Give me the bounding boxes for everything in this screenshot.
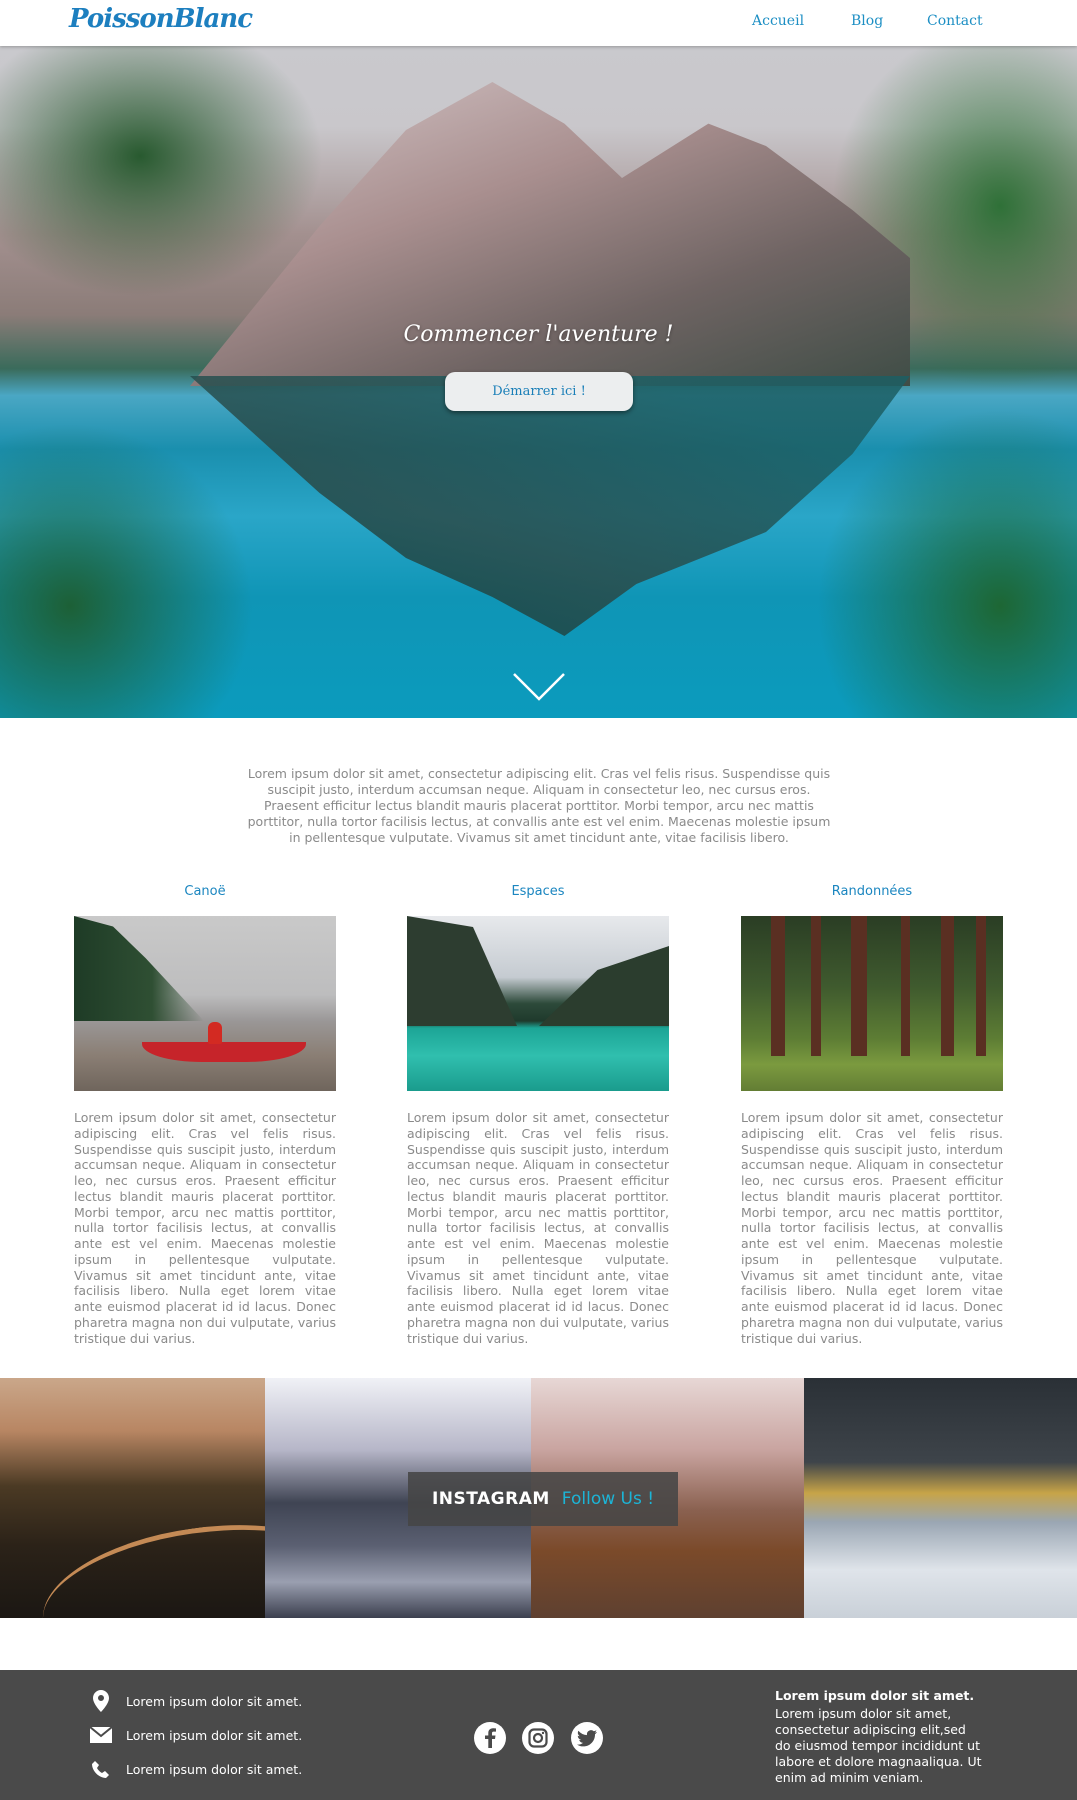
chevron-down-icon[interactable] (512, 672, 566, 702)
location-pin-icon (88, 1690, 114, 1712)
feature-column-canoe: Canoë Lorem ipsum dolor sit amet, consec… (74, 884, 336, 1346)
feature-text: Lorem ipsum dolor sit amet, consectetur … (74, 1110, 336, 1346)
footer-email: Lorem ipsum dolor sit amet. (88, 1724, 302, 1746)
footer-about-title: Lorem ipsum dolor sit amet. (775, 1688, 975, 1703)
instagram-gallery: INSTAGRAM Follow Us ! (0, 1378, 1077, 1618)
site-header: PoissonBlanc Accueil Blog Contact (0, 0, 1077, 46)
feature-text: Lorem ipsum dolor sit amet, consectetur … (407, 1110, 669, 1346)
feature-title: Randonnées (831, 884, 913, 899)
site-footer: Lorem ipsum dolor sit amet. Lorem ipsum … (0, 1670, 1077, 1800)
feature-text: Lorem ipsum dolor sit amet, consectetur … (741, 1110, 1003, 1346)
phone-icon (88, 1758, 114, 1780)
instagram-follow-link[interactable]: Follow Us ! (562, 1489, 654, 1509)
canoe-photo (74, 916, 336, 1091)
hero-title: Commencer l'aventure ! (403, 322, 674, 347)
hero-banner: Commencer l'aventure ! Démarrer ici ! (0, 46, 1077, 718)
nav-link-contact[interactable]: Contact (927, 13, 983, 29)
nav-link-accueil[interactable]: Accueil (752, 13, 804, 29)
footer-address: Lorem ipsum dolor sit amet. (88, 1690, 302, 1712)
feature-title: Canoë (184, 884, 226, 899)
envelope-icon (88, 1724, 114, 1746)
footer-email-text: Lorem ipsum dolor sit amet. (126, 1727, 303, 1743)
facebook-icon[interactable] (474, 1722, 506, 1754)
gallery-photo-railway[interactable] (0, 1378, 265, 1618)
intro-text: Lorem ipsum dolor sit amet, consectetur … (247, 766, 831, 845)
site-logo[interactable]: PoissonBlanc (69, 4, 253, 34)
instagram-icon[interactable] (522, 1722, 554, 1754)
nav-link-blog[interactable]: Blog (851, 13, 883, 29)
feature-column-randonnees: Randonnées Lorem ipsum dolor sit amet, c… (741, 884, 1003, 1346)
footer-phone-text: Lorem ipsum dolor sit amet. (126, 1761, 303, 1777)
footer-address-text: Lorem ipsum dolor sit amet. (126, 1693, 303, 1709)
feature-title: Espaces (511, 884, 565, 899)
instagram-label: INSTAGRAM (431, 1489, 550, 1509)
twitter-icon[interactable] (571, 1722, 603, 1754)
footer-phone: Lorem ipsum dolor sit amet. (88, 1758, 302, 1780)
gallery-photo-snow-forest[interactable] (804, 1378, 1077, 1618)
lake-photo (407, 916, 669, 1091)
footer-about: Lorem ipsum dolor sit amet. Lorem ipsum … (775, 1688, 985, 1786)
feature-column-espaces: Espaces Lorem ipsum dolor sit amet, cons… (407, 884, 669, 1346)
forest-photo (741, 916, 1003, 1091)
start-button[interactable]: Démarrer ici ! (445, 372, 633, 411)
hero-reflection-image (190, 376, 910, 636)
footer-about-text: Lorem ipsum dolor sit amet, consectetur … (775, 1706, 982, 1785)
instagram-follow-banner[interactable]: INSTAGRAM Follow Us ! (408, 1472, 678, 1526)
